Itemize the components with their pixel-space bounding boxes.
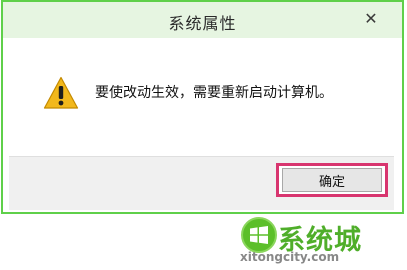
dialog-content: 要使改动生效，需要重新启动计算机。 xyxy=(9,40,394,156)
windows-logo-icon xyxy=(241,217,277,253)
warning-icon xyxy=(43,76,79,109)
restart-message: 要使改动生效，需要重新启动计算机。 xyxy=(95,85,333,101)
system-properties-dialog: 系统属性 ✕ 要使改动生效，需要重新启动计算机。 确定 xyxy=(1,0,404,214)
ok-button[interactable]: 确定 xyxy=(282,168,382,192)
ok-button-highlight[interactable]: 确定 xyxy=(276,163,388,197)
dialog-title: 系统属性 xyxy=(168,14,237,33)
close-button[interactable]: ✕ xyxy=(354,8,388,30)
watermark-url: xitongcity.com xyxy=(240,250,340,264)
close-icon: ✕ xyxy=(364,9,378,28)
site-watermark: 系统城 xitongcity.com xyxy=(236,214,386,266)
title-bar[interactable]: 系统属性 ✕ xyxy=(3,2,402,38)
dialog-footer: 确定 xyxy=(9,156,394,210)
